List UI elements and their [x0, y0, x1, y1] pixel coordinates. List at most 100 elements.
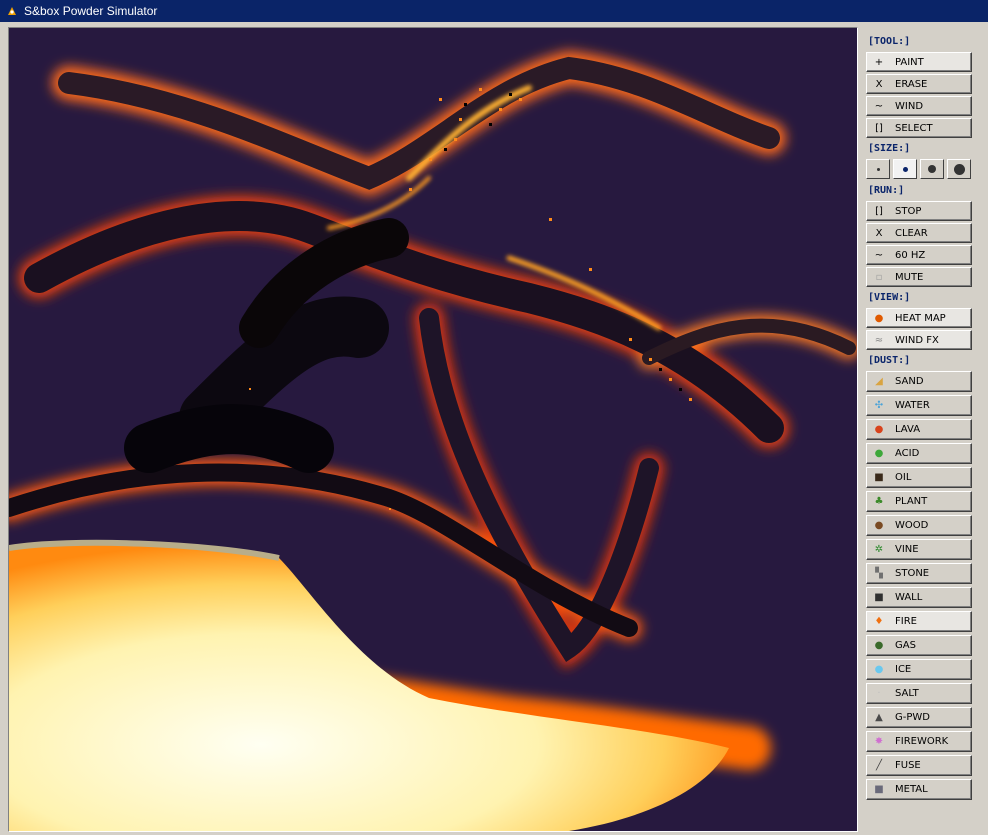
dust-wood-button[interactable]: ● WOOD — [866, 515, 972, 536]
view-windfx-button[interactable]: ≈ WIND FX — [866, 330, 972, 350]
dust-gas-button[interactable]: ● GAS — [866, 635, 972, 656]
mute-icon: ▫ — [875, 271, 883, 283]
dust-vine-button[interactable]: ✲ VINE — [866, 539, 972, 560]
button-label: LAVA — [895, 424, 921, 435]
button-label: WIND — [895, 100, 924, 112]
button-label: STOP — [895, 205, 922, 217]
acid-icon: ● — [874, 448, 884, 459]
button-label: ERASE — [895, 78, 928, 90]
dust-acid-button[interactable]: ● ACID — [866, 443, 972, 464]
size-dot-icon — [928, 165, 936, 173]
button-label: MUTE — [895, 271, 924, 283]
view-header: [VIEW:] — [868, 292, 911, 303]
button-label: GAS — [895, 640, 916, 651]
run-clear-button[interactable]: X CLEAR — [866, 223, 972, 243]
plant-icon: ♣ — [874, 496, 884, 507]
simulation-canvas[interactable] — [8, 27, 858, 832]
dust-wall-button[interactable]: ■ WALL — [866, 587, 972, 608]
dust-lava-button[interactable]: ● LAVA — [866, 419, 972, 440]
dust-header: [DUST:] — [868, 355, 911, 366]
button-label: 60 HZ — [895, 249, 926, 261]
stone-icon: ▚ — [875, 568, 883, 579]
size-selector — [866, 159, 976, 179]
control-panel: [TOOL:] + PAINT X ERASE ~ WIND [] SELECT [SI… — [866, 31, 976, 803]
wall-icon: ■ — [874, 592, 884, 603]
firework-icon: ✸ — [874, 736, 884, 747]
button-label: STONE — [895, 568, 930, 579]
fire-icon: ♦ — [874, 616, 884, 627]
button-label: ICE — [895, 664, 912, 675]
dust-fuse-button[interactable]: ╱ FUSE — [866, 755, 972, 776]
button-label: METAL — [895, 784, 928, 795]
dust-stone-button[interactable]: ▚ STONE — [866, 563, 972, 584]
salt-icon: · — [877, 688, 881, 699]
size-3-button[interactable] — [920, 159, 944, 179]
dust-g-pwd-button[interactable]: ▲ G-PWD — [866, 707, 972, 728]
view-list: ● HEAT MAP ≈ WIND FX — [866, 308, 976, 350]
view-heatmap-button[interactable]: ● HEAT MAP — [866, 308, 972, 328]
vine-icon: ✲ — [874, 544, 884, 555]
tool-wind-button[interactable]: ~ WIND — [866, 96, 972, 116]
tool-erase-button[interactable]: X ERASE — [866, 74, 972, 94]
button-label: VINE — [895, 544, 919, 555]
button-label: CLEAR — [895, 227, 928, 239]
bracket-icon: [] — [875, 122, 883, 134]
dust-firework-button[interactable]: ✸ FIREWORK — [866, 731, 972, 752]
x-icon: X — [875, 78, 883, 90]
wood-icon: ● — [874, 520, 884, 531]
sand-icon: ◢ — [875, 376, 883, 387]
oil-icon: ■ — [874, 472, 884, 483]
button-label: PLANT — [895, 496, 928, 507]
tool-list: + PAINT X ERASE ~ WIND [] SELECT — [866, 52, 976, 138]
x-icon: X — [875, 227, 883, 239]
button-label: ACID — [895, 448, 920, 459]
plus-icon: + — [874, 56, 884, 68]
run-mute-button[interactable]: ▫ MUTE — [866, 267, 972, 287]
dust-salt-button[interactable]: · SALT — [866, 683, 972, 704]
dust-fire-button[interactable]: ♦ FIRE — [866, 611, 972, 632]
size-header: [SIZE:] — [868, 143, 911, 154]
button-label: WALL — [895, 592, 923, 603]
tool-header: [TOOL:] — [868, 36, 911, 47]
title-bar[interactable]: S&box Powder Simulator — [0, 0, 988, 22]
run-stop-button[interactable]: [] STOP — [866, 201, 972, 221]
run-list: [] STOP X CLEAR ~60 HZ ▫ MUTE — [866, 201, 976, 287]
button-label: WOOD — [895, 520, 929, 531]
dust-plant-button[interactable]: ♣ PLANT — [866, 491, 972, 512]
button-label: SAND — [895, 376, 924, 387]
button-label: FIRE — [895, 616, 917, 627]
size-dot-icon — [953, 163, 965, 175]
gunpowder-icon: ▲ — [875, 712, 883, 723]
button-label: PAINT — [895, 56, 924, 68]
wind-icon: ≈ — [874, 334, 884, 346]
wave-icon: ~ — [874, 100, 884, 112]
size-4-button[interactable] — [947, 159, 971, 179]
button-label: HEAT MAP — [895, 312, 946, 324]
button-label: WATER — [895, 400, 930, 411]
button-label: G-PWD — [895, 712, 930, 723]
dust-sand-button[interactable]: ◢ SAND — [866, 371, 972, 392]
tool-select-button[interactable]: [] SELECT — [866, 118, 972, 138]
run-hz-button[interactable]: ~60 HZ — [866, 245, 972, 265]
metal-icon: ■ — [874, 784, 884, 795]
dust-list: ◢ SAND ✣ WATER ● LAVA ● ACID ■ OIL ♣ PLANT ● WOOD ✲ VIN… — [866, 371, 976, 800]
app-icon — [6, 5, 18, 17]
window-title: S&box Powder Simulator — [24, 4, 158, 18]
fuse-icon: ╱ — [875, 760, 883, 771]
button-label: FUSE — [895, 760, 921, 771]
run-header: [RUN:] — [868, 185, 905, 196]
stop-icon: [] — [875, 205, 883, 217]
tool-paint-button[interactable]: + PAINT — [866, 52, 972, 72]
size-1-button[interactable] — [866, 159, 890, 179]
dust-water-button[interactable]: ✣ WATER — [866, 395, 972, 416]
wave-icon: ~ — [874, 249, 884, 261]
ice-icon: ● — [874, 664, 884, 675]
button-label: WIND FX — [895, 334, 939, 346]
size-2-button[interactable] — [893, 159, 917, 179]
size-dot-icon — [876, 167, 880, 171]
dust-ice-button[interactable]: ● ICE — [866, 659, 972, 680]
button-label: SALT — [895, 688, 919, 699]
dust-metal-button[interactable]: ■ METAL — [866, 779, 972, 800]
button-label: SELECT — [895, 122, 933, 134]
dust-oil-button[interactable]: ■ OIL — [866, 467, 972, 488]
